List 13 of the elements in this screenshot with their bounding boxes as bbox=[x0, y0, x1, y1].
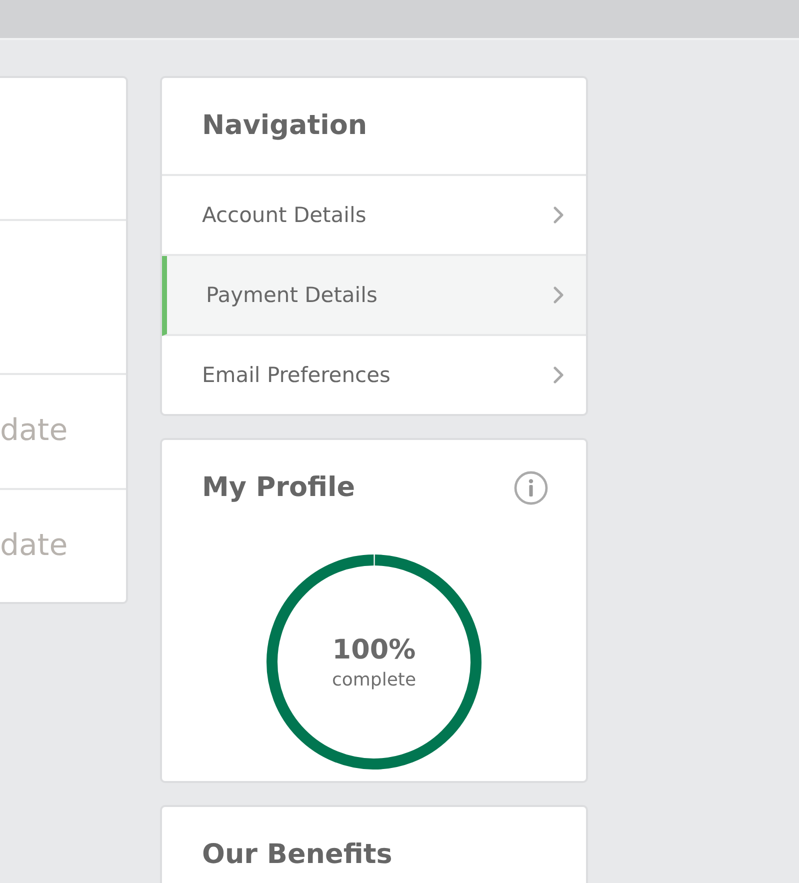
nav-item[interactable]: Email Preferences bbox=[162, 336, 586, 414]
chevron-right-icon bbox=[553, 206, 564, 224]
info-icon[interactable] bbox=[514, 471, 548, 505]
chevron-right-icon bbox=[553, 286, 564, 304]
date-text: date bbox=[0, 413, 68, 450]
nav-item[interactable]: Payment Details bbox=[162, 256, 586, 336]
card-title: Navigation bbox=[202, 110, 368, 142]
percent-text: 100% bbox=[332, 634, 416, 667]
chevron-right-icon bbox=[553, 366, 564, 384]
date-text: date bbox=[0, 528, 68, 564]
caption-text: complete bbox=[332, 668, 416, 692]
card-title: Our Benefits bbox=[202, 838, 392, 872]
card-title: My Profile bbox=[202, 472, 356, 504]
